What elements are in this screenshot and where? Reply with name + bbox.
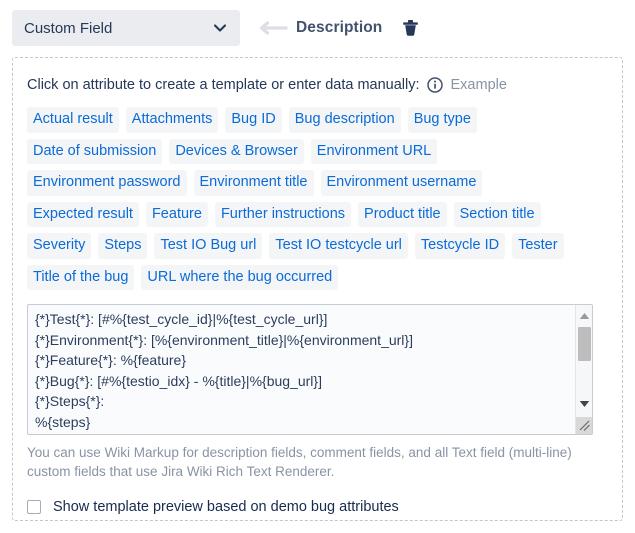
arrow-left-icon[interactable] xyxy=(258,19,288,37)
attribute-tag[interactable]: Attachments xyxy=(125,107,219,133)
header-bar: Custom Field Description xyxy=(12,10,420,46)
show-preview-checkbox[interactable] xyxy=(27,500,41,514)
attribute-tag[interactable]: Environment title xyxy=(193,170,314,196)
attribute-tag[interactable]: Product title xyxy=(358,201,447,227)
template-panel: Click on attribute to create a template … xyxy=(12,57,623,521)
attribute-tag[interactable]: Expected result xyxy=(27,201,139,227)
show-preview-checkbox-row[interactable]: Show template preview based on demo bug … xyxy=(27,499,608,515)
attribute-tag[interactable]: Feature xyxy=(145,201,208,227)
resize-handle-icon[interactable] xyxy=(576,417,592,434)
attribute-tag[interactable]: Bug ID xyxy=(225,107,282,133)
wiki-markup-help-text: You can use Wiki Markup for description … xyxy=(27,445,572,479)
attribute-tag[interactable]: Steps xyxy=(98,233,148,259)
textarea-scrollbar[interactable] xyxy=(575,305,592,434)
attribute-tag[interactable]: Environment username xyxy=(320,170,483,196)
chevron-down-icon xyxy=(212,20,228,36)
attribute-tag[interactable]: Test IO Bug url xyxy=(154,233,263,259)
attribute-tag[interactable]: Section title xyxy=(453,201,541,227)
attribute-tag[interactable]: Devices & Browser xyxy=(169,138,304,164)
template-panel-body: Click on attribute to create a template … xyxy=(13,58,622,515)
page-title: Description xyxy=(296,19,383,36)
attribute-tag[interactable]: Bug description xyxy=(288,107,401,133)
template-editor-screen: Custom Field Description Click on attrib… xyxy=(0,0,635,533)
triangle-down-icon[interactable] xyxy=(576,395,592,412)
attribute-tag-list: Actual result Attachments Bug ID Bug descri… xyxy=(27,107,601,290)
template-textarea[interactable] xyxy=(35,309,570,434)
show-preview-checkbox-label: Show template preview based on demo bug … xyxy=(53,499,399,515)
attribute-tag[interactable]: Date of submission xyxy=(27,138,163,164)
attribute-tag[interactable]: Environment password xyxy=(27,170,187,196)
hint-text: Click on attribute to create a template … xyxy=(27,77,420,93)
example-link[interactable]: Example xyxy=(451,77,507,93)
scrollbar-thumb[interactable] xyxy=(578,327,591,361)
template-textarea-wrapper[interactable] xyxy=(27,304,593,435)
hint-row: Click on attribute to create a template … xyxy=(27,74,608,96)
info-circle-icon[interactable] xyxy=(426,77,443,93)
attribute-tag[interactable]: Test IO testcycle url xyxy=(269,233,408,259)
attribute-tag[interactable]: Environment URL xyxy=(310,138,438,164)
attribute-tag[interactable]: Testcycle ID xyxy=(414,233,506,259)
attribute-tag[interactable]: Severity xyxy=(27,233,92,259)
trash-icon[interactable] xyxy=(400,17,420,39)
attribute-tag[interactable]: URL where the bug occurred xyxy=(141,264,339,290)
attribute-tag[interactable]: Tester xyxy=(512,233,564,259)
attribute-tag[interactable]: Bug type xyxy=(407,107,477,133)
field-type-select[interactable]: Custom Field xyxy=(12,10,240,46)
triangle-up-icon[interactable] xyxy=(576,307,592,324)
field-type-select-value: Custom Field xyxy=(24,19,113,37)
attribute-tag[interactable]: Title of the bug xyxy=(27,264,135,290)
attribute-tag[interactable]: Further instructions xyxy=(214,201,352,227)
attribute-tag[interactable]: Actual result xyxy=(27,107,119,133)
